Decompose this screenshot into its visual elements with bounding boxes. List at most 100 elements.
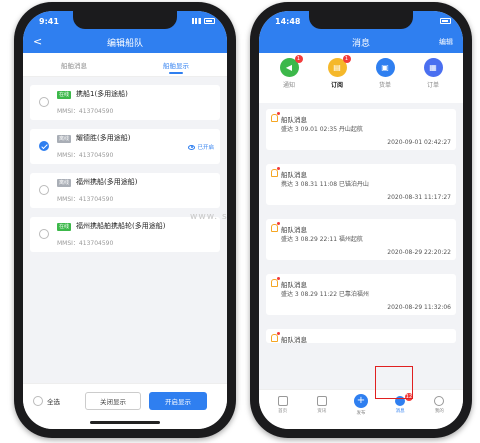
screen-messages: 14:48 消息 编辑 ◀ 1 通知 ▤ 1 订阅 ▣ 货单 ▦ 订单 船队消息…: [259, 11, 463, 429]
select-all-checkbox[interactable]: [33, 396, 43, 406]
ship-list: 在线 携船1(多用途船) MMSI：413704590 离线 耀德胜(多用途船)…: [30, 85, 220, 261]
message-title: 船队消息: [281, 336, 307, 344]
message-time: 2020-09-01 02:42:27: [387, 139, 451, 146]
ship-item[interactable]: 在线 携船1(多用途船) MMSI：413704590: [30, 85, 220, 120]
battery-icon: [204, 18, 215, 24]
message-title: 船队消息: [281, 171, 307, 179]
ship-name: 福州携船舶携船轮(多用途船): [76, 222, 166, 230]
page: 9:41 < 编辑船队 船舶消息 船舶显示 在线 携船1(多用途船) MMSI：…: [0, 0, 480, 443]
bottom-action-bar: 全选 关闭显示 开启显示: [23, 383, 227, 429]
message-item[interactable]: 船队消息 携达 3 08.31 11:08 已锚泊丹山 2020-08-31 1…: [266, 164, 456, 205]
bottom-tab-bar: 首页 资讯 + 发布 12 消息 我的: [259, 389, 463, 429]
message-list: 船队消息 盛达 3 09.01 02:35 丹山起航 2020-09-01 02…: [266, 109, 456, 357]
display-status: 已开启: [188, 143, 214, 151]
page-title: 编辑船队: [106, 38, 143, 49]
tab-bar: 船舶消息 船舶显示: [23, 53, 227, 77]
tab-label: 首页: [278, 409, 288, 414]
eye-icon: [188, 144, 196, 150]
close-display-button[interactable]: 关闭显示: [85, 392, 141, 410]
message-body: 盛达 3 08.29 11:22 已靠泊福州: [281, 291, 369, 298]
message-title: 船队消息: [281, 226, 307, 234]
battery-icon: [440, 18, 451, 24]
category-label: 订单: [426, 82, 439, 89]
message-title: 船队消息: [281, 281, 307, 289]
edit-button[interactable]: 编辑: [439, 37, 453, 47]
category-cargo[interactable]: ▣ 货单: [367, 53, 403, 103]
ship-mmsi: MMSI：413704590: [57, 108, 114, 115]
category-order[interactable]: ▦ 订单: [415, 53, 451, 103]
category-notice[interactable]: ◀ 1 通知: [271, 53, 307, 103]
signal-icon: [192, 18, 201, 24]
bell-icon: [271, 332, 280, 342]
tab-home[interactable]: 首页: [268, 396, 298, 429]
tab-label: 我的: [434, 409, 444, 414]
speaker-icon: ◀ 1: [279, 55, 303, 77]
select-all-label: 全选: [47, 398, 60, 406]
status-time: 9:41: [39, 16, 59, 26]
add-icon: +: [353, 394, 368, 408]
order-icon: ▦: [423, 58, 443, 77]
home-indicator: [90, 421, 160, 424]
status-badge: 离线: [57, 179, 72, 187]
watermark: www. s: [190, 212, 228, 222]
open-display-button[interactable]: 开启显示: [149, 392, 207, 410]
news-icon: [316, 396, 327, 406]
display-status-label: 已开启: [197, 145, 214, 151]
message-item[interactable]: 船队消息 盛达 3 09.01 02:35 丹山起航 2020-09-01 02…: [266, 109, 456, 150]
category-subscribe[interactable]: ▤ 1 订阅: [319, 53, 355, 103]
ship-name: 福州携船(多用途船): [76, 178, 138, 186]
ship-name: 耀德胜(多用途船): [76, 134, 131, 142]
category-label: 通知: [282, 82, 295, 89]
ship-name: 携船1(多用途船): [76, 90, 128, 98]
document-icon: ▤ 1: [327, 55, 351, 77]
home-icon: [277, 396, 288, 406]
tab-me[interactable]: 我的: [424, 396, 454, 429]
bell-icon: [271, 112, 280, 122]
ship-checkbox[interactable]: [39, 229, 49, 239]
nav-bar: < 编辑船队: [23, 31, 227, 53]
highlight-box: [375, 366, 413, 399]
message-time: 2020-08-29 11:32:06: [387, 304, 451, 311]
message-body: 携达 3 08.31 11:08 已锚泊丹山: [281, 181, 369, 188]
ship-item[interactable]: 离线 福州携船(多用途船) MMSI：413704590: [30, 173, 220, 208]
select-all[interactable]: 全选: [33, 396, 60, 406]
ship-checkbox[interactable]: [39, 97, 49, 107]
status-badge: 在线: [57, 223, 72, 231]
tab-messages[interactable]: 12 消息: [385, 393, 415, 429]
bell-icon: [271, 167, 280, 177]
phone-notch: [309, 11, 413, 29]
tab-ship-display[interactable]: 船舶显示: [125, 53, 227, 76]
status-icons: [440, 18, 451, 24]
message-time: 2020-08-29 22:20:22: [387, 249, 451, 256]
bell-icon: [271, 277, 280, 287]
unread-badge: 1: [294, 55, 303, 63]
tab-publish[interactable]: + 发布: [346, 394, 376, 429]
ship-checkbox[interactable]: [39, 141, 49, 151]
message-item[interactable]: 船队消息 盛达 3 08.29 22:11 福州起航 2020-08-29 22…: [266, 219, 456, 260]
ship-item[interactable]: 离线 耀德胜(多用途船) MMSI：413704590 已开启: [30, 129, 220, 164]
ship-checkbox[interactable]: [39, 185, 49, 195]
message-title: 船队消息: [281, 116, 307, 124]
phone-notch: [73, 11, 177, 29]
status-icons: [192, 18, 215, 24]
ship-mmsi: MMSI：413704590: [57, 196, 114, 203]
tab-news[interactable]: 资讯: [307, 396, 337, 429]
back-icon[interactable]: <: [33, 35, 42, 48]
person-icon: [434, 396, 445, 406]
status-badge: 离线: [57, 135, 72, 143]
category-label: 货单: [378, 82, 391, 89]
message-time: 2020-08-31 11:17:27: [387, 194, 451, 201]
ship-item[interactable]: 在线 福州携船舶携船轮(多用途船) MMSI：413704590: [30, 217, 220, 252]
cargo-icon: ▣: [375, 58, 395, 77]
tab-label: 发布: [356, 411, 366, 416]
page-title: 消息: [351, 38, 370, 49]
tab-ship-messages[interactable]: 船舶消息: [23, 53, 125, 76]
ship-mmsi: MMSI：413704590: [57, 152, 114, 159]
status-badge: 在线: [57, 91, 72, 99]
status-time: 14:48: [275, 16, 301, 26]
message-body: 盛达 3 08.29 22:11 福州起航: [281, 236, 363, 243]
message-item[interactable]: 船队消息: [266, 329, 456, 344]
message-item[interactable]: 船队消息 盛达 3 08.29 11:22 已靠泊福州 2020-08-29 1…: [266, 274, 456, 315]
message-body: 盛达 3 09.01 02:35 丹山起航: [281, 126, 363, 133]
category-label: 订阅: [330, 82, 343, 89]
